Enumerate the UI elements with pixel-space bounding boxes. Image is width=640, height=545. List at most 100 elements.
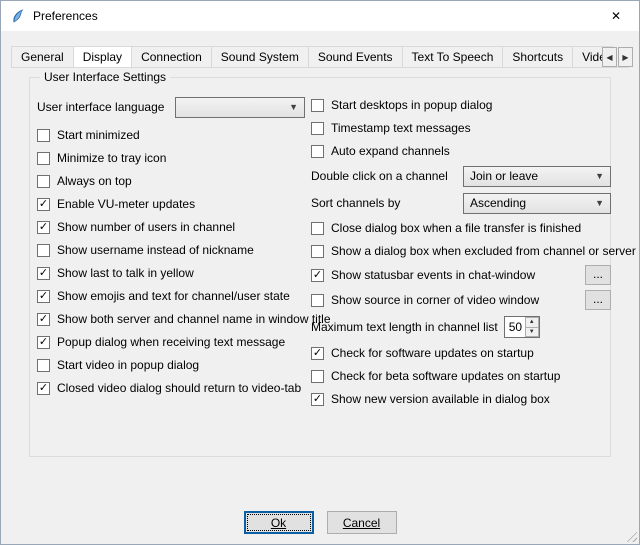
checkbox-timestamp-messages[interactable]: Timestamp text messages: [311, 119, 611, 137]
tab-scroll-buttons: ◀ ▶: [601, 47, 633, 67]
tab-pane-border: [11, 67, 629, 68]
checkbox-emojis-text-state[interactable]: ✓ Show emojis and text for channel/user …: [37, 287, 305, 305]
statusbar-events-row: ✓ Show statusbar events in chat-window .…: [311, 265, 611, 285]
tab-shortcuts[interactable]: Shortcuts: [502, 46, 573, 67]
checkbox-check-beta-updates[interactable]: Check for beta software updates on start…: [311, 367, 611, 385]
tab-scroll-right-icon[interactable]: ▶: [618, 47, 633, 67]
checkbox-vu-meter[interactable]: ✓ Enable VU-meter updates: [37, 195, 305, 213]
double-click-combobox-value: Join or leave: [470, 169, 590, 183]
checkbox-box[interactable]: ✓: [37, 336, 50, 349]
checkbox-closed-video-return[interactable]: ✓ Closed video dialog should return to v…: [37, 379, 305, 397]
chevron-down-icon: ▼: [595, 171, 604, 181]
checkbox-label: Show statusbar events in chat-window: [331, 268, 535, 282]
checkbox-box[interactable]: ✓: [311, 347, 324, 360]
checkbox-box[interactable]: [311, 294, 324, 307]
video-source-options-button[interactable]: ...: [585, 290, 611, 310]
checkbox-box[interactable]: ✓: [37, 290, 50, 303]
sort-channels-label: Sort channels by: [311, 196, 400, 210]
checkbox-box[interactable]: [37, 244, 50, 257]
right-column: Start desktops in popup dialog Timestamp…: [311, 96, 611, 413]
window-title: Preferences: [33, 9, 98, 23]
checkbox-label: Timestamp text messages: [331, 121, 471, 135]
max-text-length-row: Maximum text length in channel list 50 ▲…: [311, 315, 611, 339]
checkbox-desktops-popup[interactable]: Start desktops in popup dialog: [311, 96, 611, 114]
checkbox-last-talk-yellow[interactable]: ✓ Show last to talk in yellow: [37, 264, 305, 282]
checkbox-label: Show source in corner of video window: [331, 293, 539, 307]
cancel-button[interactable]: Cancel: [327, 511, 397, 534]
checkbox-excluded-dialog[interactable]: Show a dialog box when excluded from cha…: [311, 242, 611, 260]
checkbox-label: Check for beta software updates on start…: [331, 369, 560, 383]
spin-down-icon[interactable]: ▼: [525, 327, 539, 338]
statusbar-events-options-button[interactable]: ...: [585, 265, 611, 285]
checkbox-box[interactable]: [311, 145, 324, 158]
max-text-length-value[interactable]: 50: [505, 317, 525, 337]
tab-scroll-left-icon[interactable]: ◀: [602, 47, 617, 67]
checkbox-label: Show username instead of nickname: [57, 243, 254, 257]
checkbox-box[interactable]: [37, 152, 50, 165]
checkbox-label: Always on top: [57, 174, 132, 188]
checkbox-label: Show number of users in channel: [57, 220, 235, 234]
checkbox-label: Minimize to tray icon: [57, 151, 166, 165]
checkbox-box[interactable]: ✓: [37, 221, 50, 234]
checkbox-start-minimized[interactable]: Start minimized: [37, 126, 305, 144]
chevron-down-icon: ▼: [595, 198, 604, 208]
tab-connection[interactable]: Connection: [131, 46, 212, 67]
tab-sound-events[interactable]: Sound Events: [308, 46, 403, 67]
tab-sound-system[interactable]: Sound System: [211, 46, 309, 67]
checkbox-box[interactable]: [311, 370, 324, 383]
close-button[interactable]: ✕: [593, 1, 639, 31]
group-title: User Interface Settings: [40, 70, 170, 84]
checkbox-label: Show new version available in dialog box: [331, 392, 550, 406]
checkbox-check-updates[interactable]: ✓ Check for software updates on startup: [311, 344, 611, 362]
checkbox-popup-text-message[interactable]: ✓ Popup dialog when receiving text messa…: [37, 333, 305, 351]
checkbox-box[interactable]: ✓: [37, 382, 50, 395]
checkbox-box[interactable]: [37, 359, 50, 372]
checkbox-show-username[interactable]: Show username instead of nickname: [37, 241, 305, 259]
checkbox-box[interactable]: ✓: [37, 267, 50, 280]
checkbox-label: Show a dialog box when excluded from cha…: [331, 244, 636, 258]
checkbox-close-on-transfer[interactable]: Close dialog box when a file transfer is…: [311, 219, 611, 237]
checkbox-server-channel-title[interactable]: ✓ Show both server and channel name in w…: [37, 310, 305, 328]
checkbox-label: Enable VU-meter updates: [57, 197, 195, 211]
checkbox-label: Show both server and channel name in win…: [57, 312, 331, 326]
max-text-length-label: Maximum text length in channel list: [311, 320, 498, 334]
checkbox-box[interactable]: [311, 122, 324, 135]
video-source-row: Show source in corner of video window ..…: [311, 290, 611, 310]
checkbox-video-source-corner[interactable]: Show source in corner of video window: [311, 293, 585, 307]
checkbox-box[interactable]: [37, 129, 50, 142]
checkbox-label: Show emojis and text for channel/user st…: [57, 289, 290, 303]
left-column: User interface language ▼ Start minimize…: [37, 96, 305, 402]
tab-display[interactable]: Display: [73, 46, 132, 67]
checkbox-box[interactable]: ✓: [37, 313, 50, 326]
checkbox-auto-expand-channels[interactable]: Auto expand channels: [311, 142, 611, 160]
checkbox-label: Close dialog box when a file transfer is…: [331, 221, 581, 235]
checkbox-show-user-count[interactable]: ✓ Show number of users in channel: [37, 218, 305, 236]
checkbox-always-on-top[interactable]: Always on top: [37, 172, 305, 190]
checkbox-box[interactable]: ✓: [311, 393, 324, 406]
checkbox-label: Start desktops in popup dialog: [331, 98, 492, 112]
checkbox-box[interactable]: [311, 245, 324, 258]
language-row: User interface language ▼: [37, 96, 305, 118]
checkbox-box[interactable]: [37, 175, 50, 188]
app-icon: [10, 8, 26, 24]
checkbox-label: Show last to talk in yellow: [57, 266, 194, 280]
checkbox-box[interactable]: ✓: [37, 198, 50, 211]
checkbox-box[interactable]: [311, 222, 324, 235]
checkbox-box[interactable]: ✓: [311, 269, 324, 282]
tab-text-to-speech[interactable]: Text To Speech: [402, 46, 504, 67]
tab-general[interactable]: General: [11, 46, 74, 67]
language-combobox[interactable]: ▼: [175, 97, 305, 118]
max-text-length-spinner[interactable]: 50 ▲ ▼: [504, 316, 540, 338]
double-click-combobox[interactable]: Join or leave ▼: [463, 166, 611, 187]
tab-bar: General Display Connection Sound System …: [11, 46, 613, 67]
chevron-down-icon: ▼: [289, 102, 298, 112]
sort-channels-combobox[interactable]: Ascending ▼: [463, 193, 611, 214]
checkbox-new-version-dialog[interactable]: ✓ Show new version available in dialog b…: [311, 390, 611, 408]
checkbox-video-popup[interactable]: Start video in popup dialog: [37, 356, 305, 374]
checkbox-statusbar-events[interactable]: ✓ Show statusbar events in chat-window: [311, 268, 585, 282]
ok-button[interactable]: Ok: [244, 511, 314, 534]
checkbox-minimize-to-tray[interactable]: Minimize to tray icon: [37, 149, 305, 167]
preferences-dialog: Preferences ✕ General Display Connection…: [0, 0, 640, 545]
title-bar: Preferences ✕: [1, 1, 639, 31]
checkbox-box[interactable]: [311, 99, 324, 112]
